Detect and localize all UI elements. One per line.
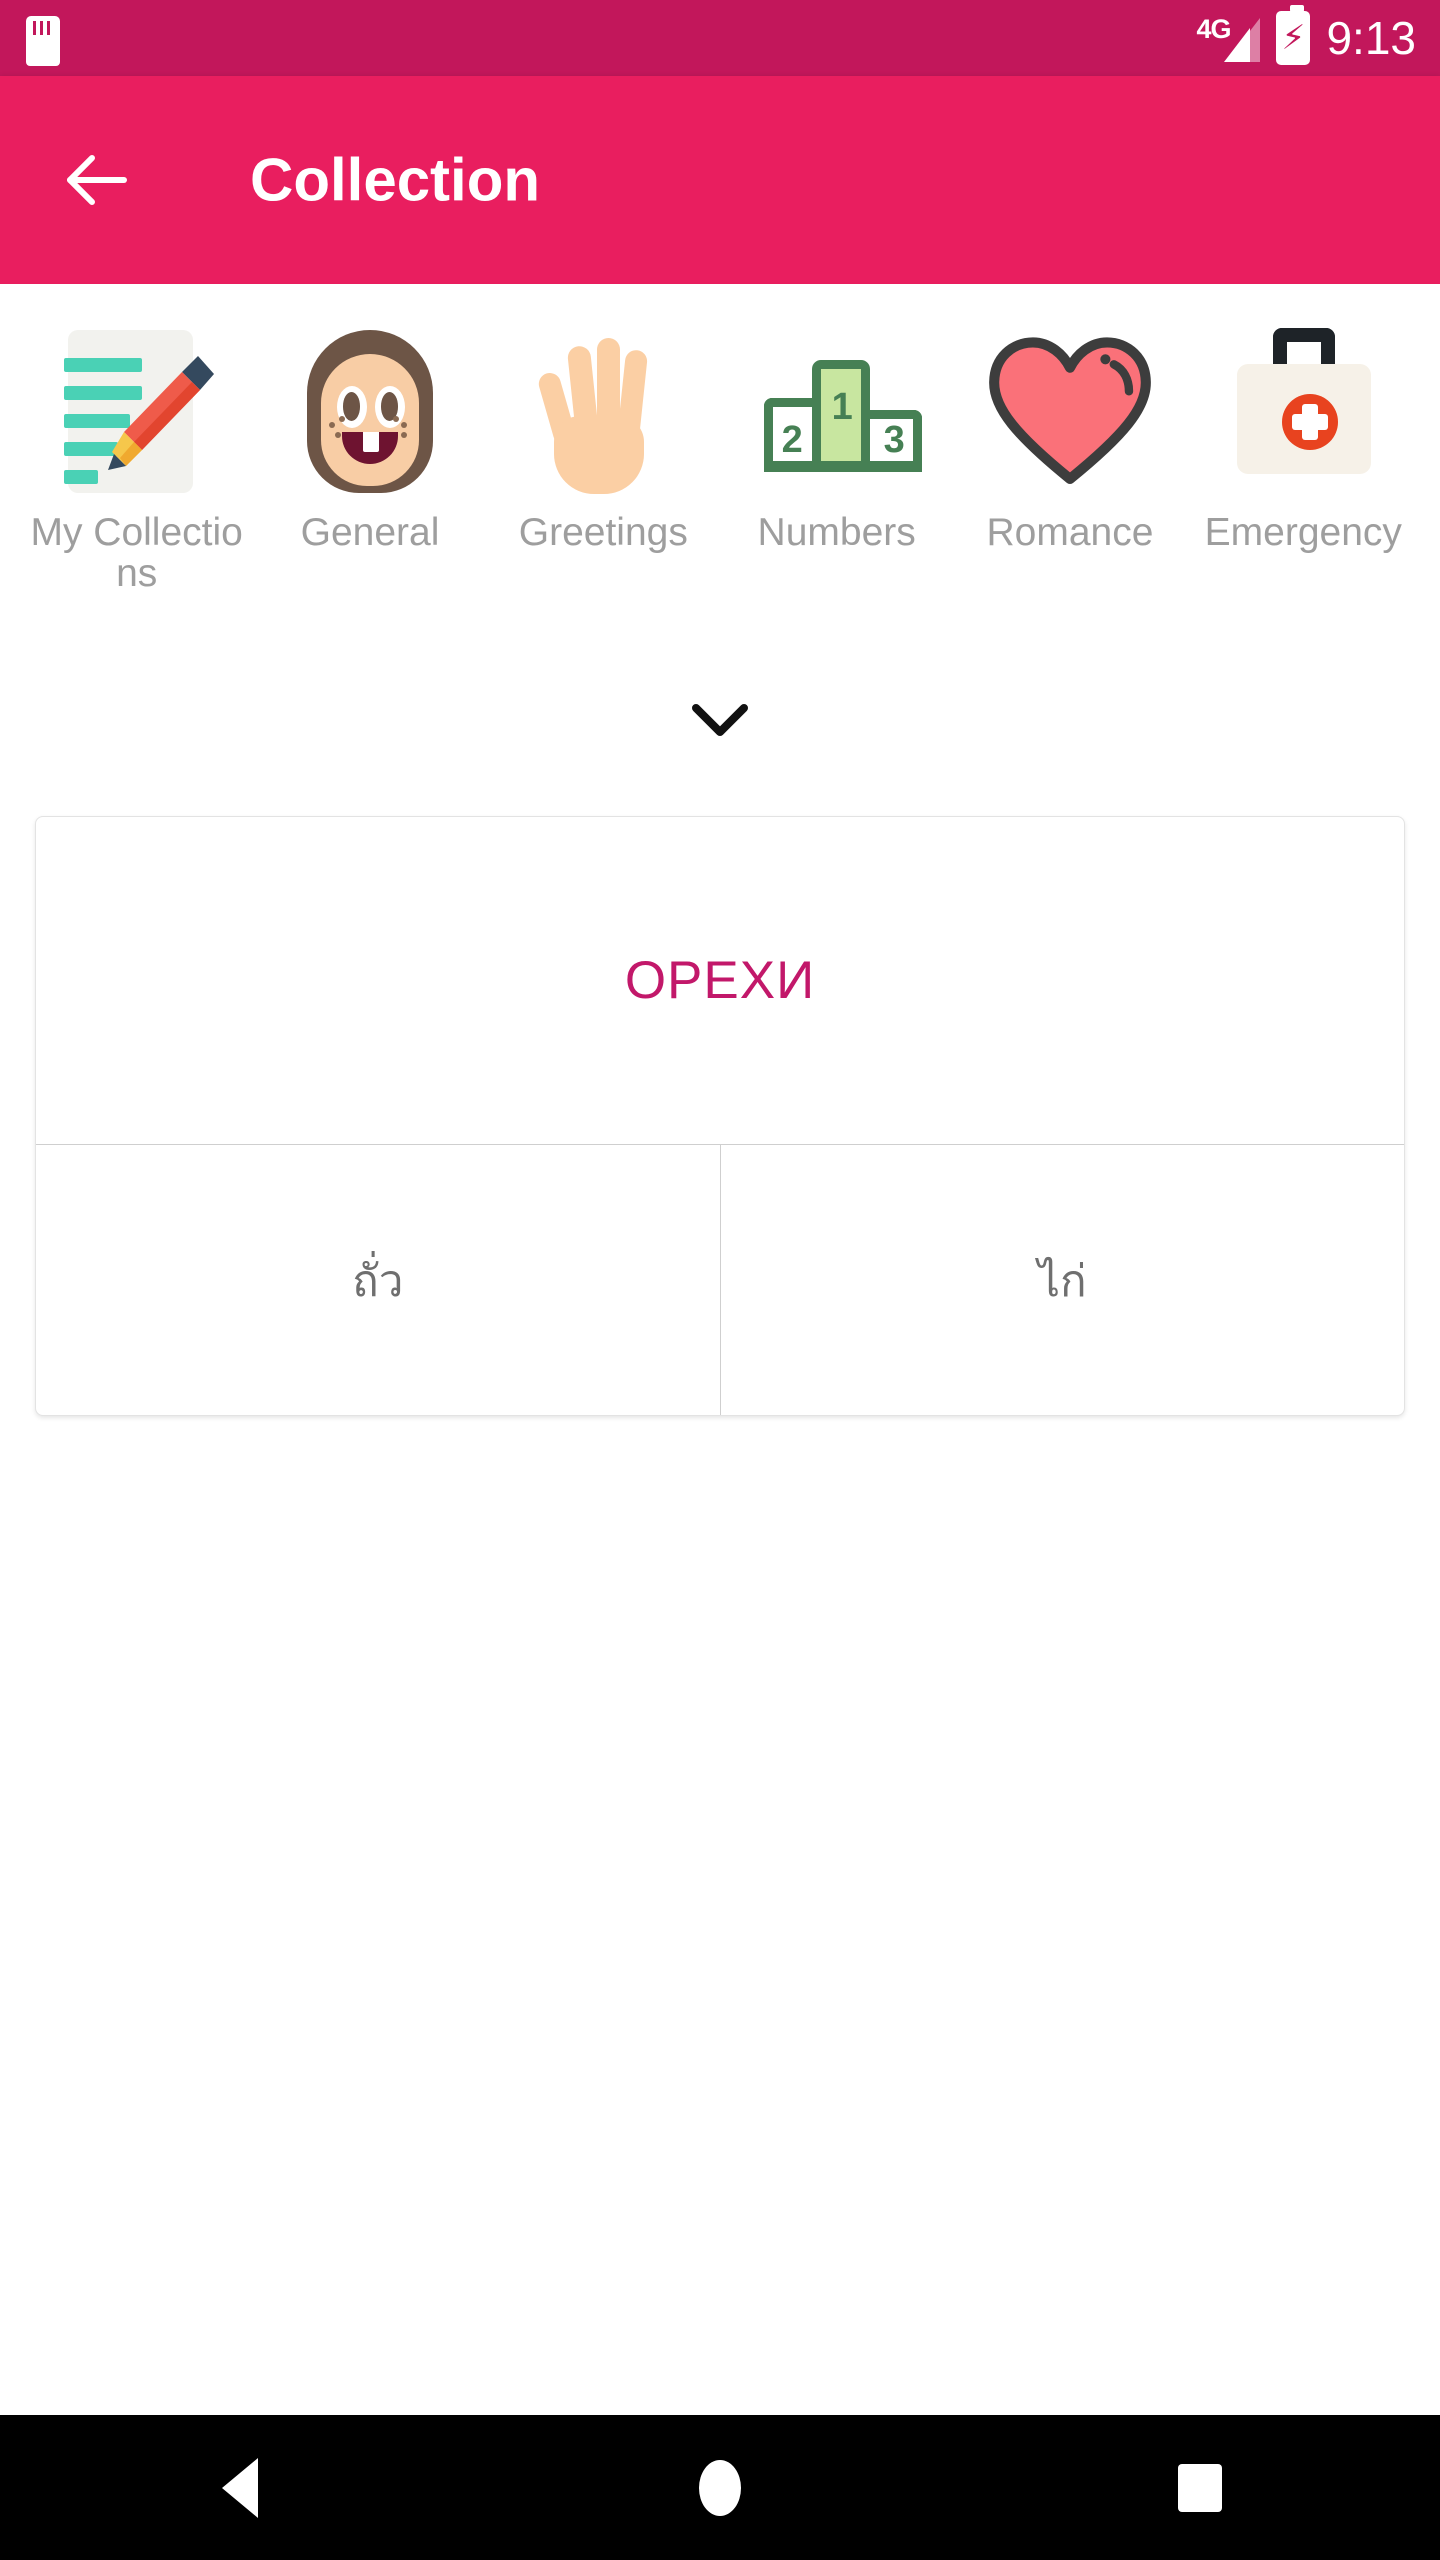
signal-bars-icon: 4G	[1196, 10, 1261, 66]
category-item-my-collections[interactable]: My Collections	[20, 324, 253, 595]
category-label: Numbers	[757, 511, 916, 554]
answer-option-left[interactable]: ถั่ว	[36, 1145, 720, 1415]
chevron-down-icon[interactable]	[0, 686, 1440, 756]
podium-first-label: 1	[831, 386, 853, 428]
category-item-numbers[interactable]: 2 1 3 Numbers	[720, 324, 953, 554]
flashcard: ОРЕХИ ถั่ว ไก่	[35, 816, 1405, 1416]
nav-recents-square-icon[interactable]	[1120, 2415, 1280, 2560]
category-label: Romance	[986, 511, 1154, 554]
category-item-general[interactable]: General	[253, 324, 486, 554]
first-aid-kit-icon	[1218, 324, 1388, 499]
category-row: My Collections General Greetings 2 1 3 N…	[0, 324, 1440, 595]
battery-charging-icon: ⚡	[1276, 5, 1311, 65]
category-panel: My Collections General Greetings 2 1 3 N…	[0, 284, 1440, 774]
category-item-greetings[interactable]: Greetings	[487, 324, 720, 554]
podium-second-label: 2	[781, 419, 803, 461]
category-label: Greetings	[518, 511, 688, 554]
category-item-romance[interactable]: Romance	[953, 324, 1186, 554]
app-bar: Collection	[0, 76, 1440, 284]
podium-third-label: 3	[883, 419, 905, 461]
nav-home-circle-icon[interactable]	[640, 2415, 800, 2560]
flashcard-prompt: ОРЕХИ	[36, 817, 1404, 1145]
status-bar: 4G ⚡ 9:13	[0, 0, 1440, 76]
face-icon	[285, 324, 455, 499]
status-bar-clock: 9:13	[1326, 12, 1416, 64]
system-navigation-bar	[0, 2415, 1440, 2560]
answer-option-right[interactable]: ไก่	[721, 1145, 1405, 1415]
nav-back-triangle-icon[interactable]	[160, 2415, 320, 2560]
heart-icon	[985, 324, 1155, 499]
category-label: My Collections	[30, 511, 243, 595]
category-item-emergency[interactable]: Emergency	[1187, 324, 1420, 554]
notes-pencil-icon	[52, 324, 222, 499]
prompt-word: ОРЕХИ	[624, 951, 816, 1010]
category-label: Emergency	[1204, 511, 1402, 554]
status-bar-right-group: 4G ⚡ 9:13	[1196, 0, 1416, 76]
page-title: Collection	[250, 146, 541, 214]
category-label: General	[300, 511, 440, 554]
raised-hand-icon	[518, 324, 688, 499]
answer-options: ถั่ว ไก่	[36, 1145, 1405, 1415]
podium-icon: 2 1 3	[752, 324, 922, 499]
content-area: ОРЕХИ ถั่ว ไก่	[0, 774, 1440, 2432]
sd-card-icon	[26, 16, 60, 66]
back-arrow-icon[interactable]	[60, 140, 140, 220]
